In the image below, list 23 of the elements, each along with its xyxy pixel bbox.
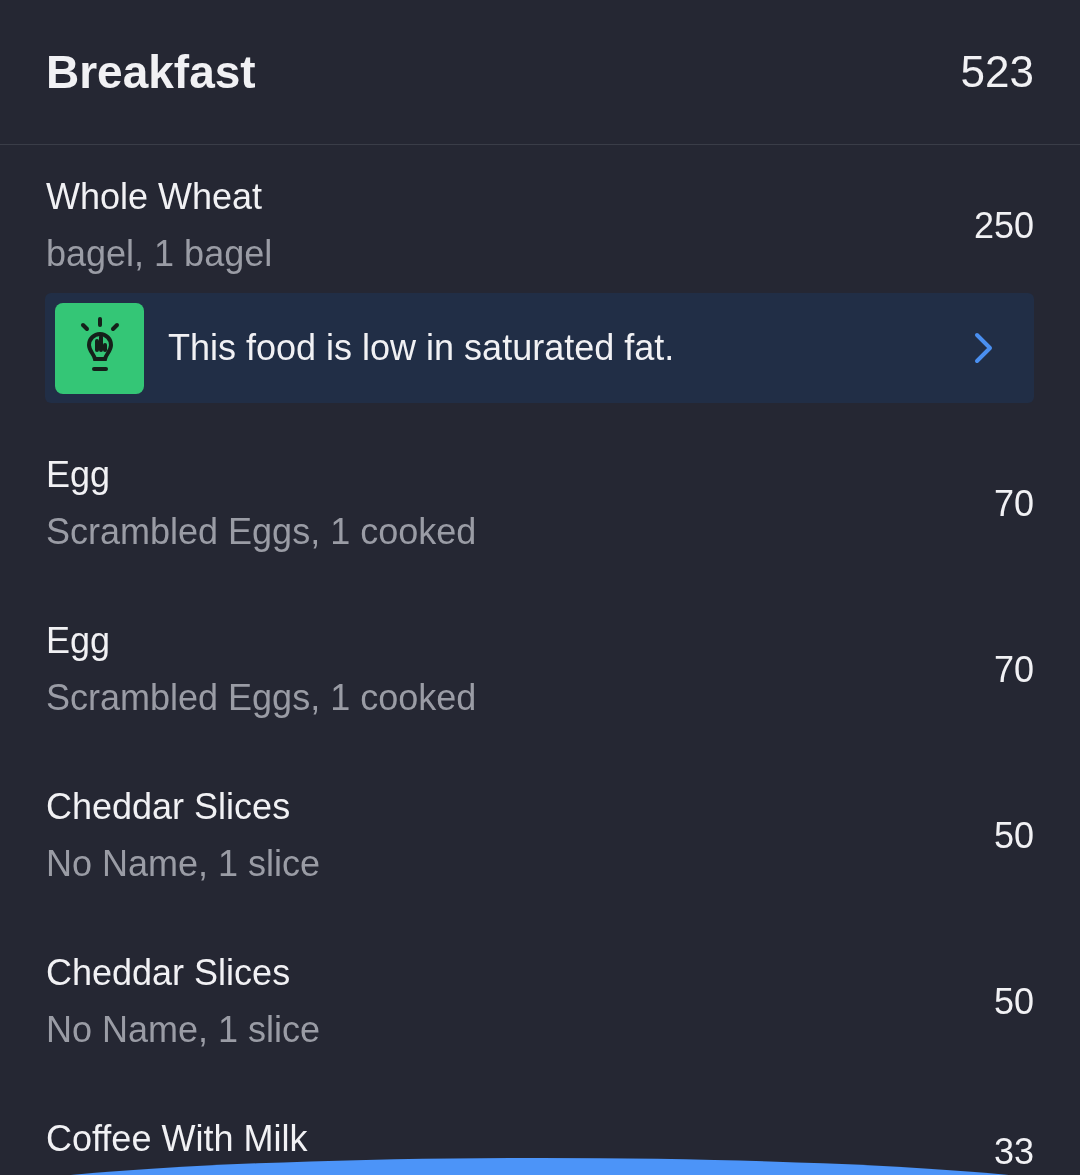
food-name: Cheddar Slices [46, 785, 292, 829]
food-calories: 70 [993, 483, 1034, 525]
food-calories: 33 [993, 1131, 1034, 1173]
food-name: Whole Wheat [46, 175, 264, 219]
food-calories: 70 [993, 649, 1034, 691]
food-detail: No Name, 1 slice [46, 1008, 321, 1052]
food-calories: 50 [993, 815, 1034, 857]
food-detail: bagel, 1 bagel [46, 232, 273, 276]
food-calories: 250 [973, 205, 1034, 247]
tip-text: This food is low in saturated fat. [168, 327, 676, 369]
food-name: Egg [46, 619, 112, 663]
food-detail: Scrambled Eggs, 1 cooked [46, 676, 477, 720]
food-calories: 50 [993, 981, 1034, 1023]
food-name: Coffee With Milk [46, 1117, 308, 1161]
food-detail: Scrambled Eggs, 1 cooked [46, 510, 477, 554]
meal-title: Breakfast [46, 45, 256, 99]
lightbulb-icon [55, 302, 144, 394]
chevron-right-icon [974, 332, 994, 364]
tip-banner[interactable]: This food is low in saturated fat. [45, 293, 1034, 403]
food-name: Egg [46, 453, 112, 497]
meal-calories: 523 [960, 47, 1034, 97]
food-detail: No Name, 1 slice [46, 842, 321, 886]
food-name: Cheddar Slices [46, 951, 292, 995]
